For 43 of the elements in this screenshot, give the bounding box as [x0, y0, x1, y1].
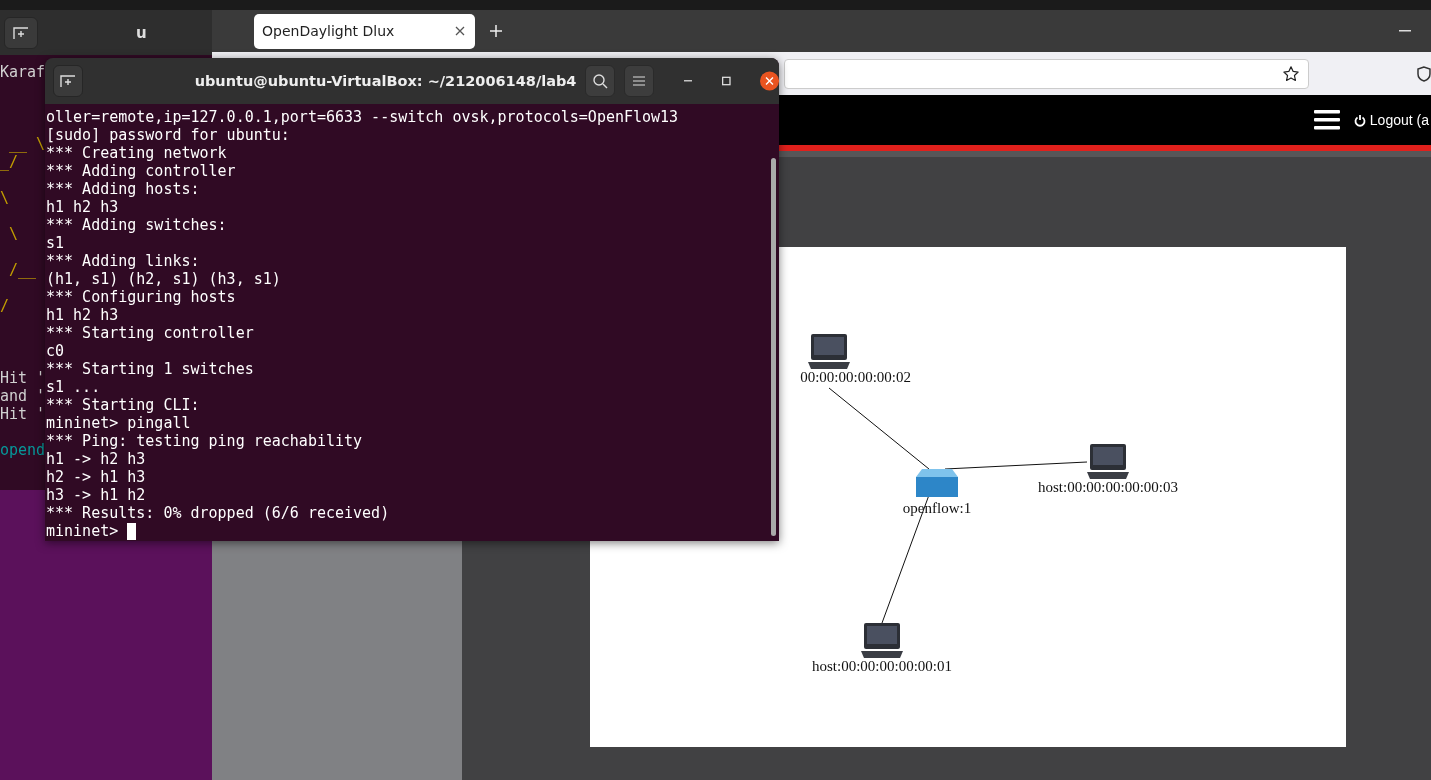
terminal-line: h1 h2 h3	[46, 306, 119, 324]
terminal-line: *** Starting controller	[46, 324, 254, 342]
terminal-line: h2 -> h1 h3	[46, 468, 146, 486]
terminal-line: *** Adding hosts:	[46, 180, 200, 198]
terminal-line: h1 h2 h3	[46, 198, 119, 216]
window-title: ubuntu@ubuntu-VirtualBox: ~/212006148/lab4	[194, 73, 577, 89]
node-label: 00:00:00:00:00:02	[800, 369, 911, 385]
terminal-line: Hit '	[0, 369, 46, 387]
terminal-line: Karaf	[0, 63, 46, 81]
ascii-art-line: \	[8, 225, 19, 243]
ascii-art-line: /	[0, 297, 10, 315]
terminal-line: *** Starting CLI:	[46, 396, 200, 414]
terminal-line: *** Ping: testing ping reachability	[46, 432, 363, 450]
terminal-line: *** Creating network	[46, 144, 227, 162]
terminal-line: and '	[0, 387, 46, 405]
terminal-line: (h1, s1) (h2, s1) (h3, s1)	[46, 270, 281, 288]
ascii-art-line: /__	[8, 261, 37, 279]
terminal-line: Hit '	[0, 405, 46, 423]
terminal-line: s1 ...	[46, 378, 101, 396]
node-label: openflow:1	[902, 500, 972, 516]
terminal-line: h1 -> h2 h3	[46, 450, 146, 468]
terminal-line: *** Results: 0% dropped (6/6 received)	[46, 504, 390, 522]
terminal-line: c0	[46, 342, 65, 360]
terminal-line: mininet> pingall	[46, 414, 191, 432]
node-label: host:00:00:00:00:00:03	[1038, 479, 1178, 495]
terminal-line: mininet>	[46, 522, 119, 540]
terminal-line: [sudo] password for ubuntu:	[46, 126, 290, 144]
terminal-line: *** Adding controller	[46, 162, 236, 180]
ascii-art-line: \	[0, 189, 10, 207]
logout-link[interactable]: Logout (a	[1353, 112, 1429, 128]
node-label: host:00:00:00:00:00:01	[812, 658, 952, 674]
terminal-line: opend	[0, 441, 46, 459]
terminal-line: oller=remote,ip=127.0.0.1,port=6633 --switch ovsk,protocols=OpenFlow13	[46, 108, 679, 126]
browser-tab[interactable]: OpenDaylight Dlux	[254, 13, 475, 49]
terminal-line: *** Starting 1 switches	[46, 360, 254, 378]
terminal-line: *** Adding switches:	[46, 216, 227, 234]
ascii-art-line: _/	[0, 153, 19, 171]
terminal-line: *** Adding links:	[46, 252, 200, 270]
window-title: u	[136, 23, 147, 42]
terminal-line: h3 -> h1 h2	[46, 486, 146, 504]
terminal-line: s1	[46, 234, 65, 252]
ascii-art-line: __ \	[8, 135, 46, 153]
terminal-line: *** Configuring hosts	[46, 288, 236, 306]
